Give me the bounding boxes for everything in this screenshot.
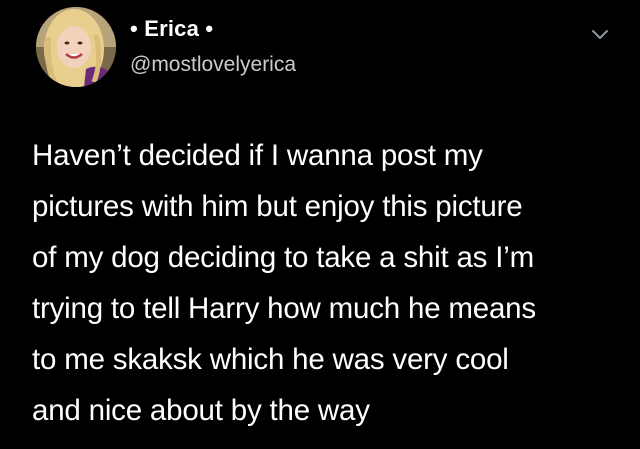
user-handle[interactable]: @mostlovelyerica xyxy=(130,50,296,80)
profile-photo-icon xyxy=(36,7,116,87)
chevron-down-icon[interactable] xyxy=(590,24,610,44)
avatar[interactable] xyxy=(36,7,116,87)
tweet-card: • Erica • @mostlovelyerica Haven’t decid… xyxy=(0,0,640,449)
author-info: • Erica • @mostlovelyerica xyxy=(130,14,296,80)
tweet-text: Haven’t decided if I wanna post my pictu… xyxy=(32,139,536,427)
display-name[interactable]: • Erica • xyxy=(130,14,296,44)
